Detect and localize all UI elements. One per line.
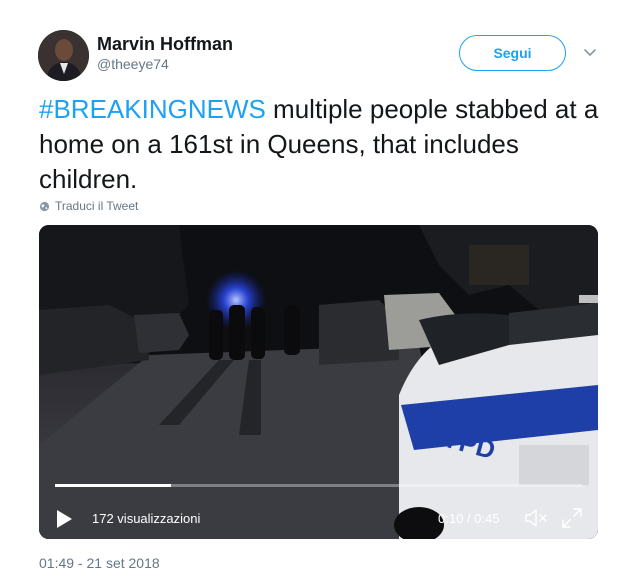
user-name[interactable]: Marvin Hoffman bbox=[97, 34, 233, 55]
play-icon[interactable] bbox=[55, 509, 73, 529]
translate-label: Traduci il Tweet bbox=[55, 199, 139, 213]
tweet-text: #BREAKINGNEWS multiple people stabbed at… bbox=[39, 92, 599, 197]
translate-link[interactable]: Traduci il Tweet bbox=[39, 199, 138, 213]
globe-icon bbox=[39, 201, 50, 211]
video-time: 0:10 / 0:45 bbox=[438, 511, 500, 526]
video-player[interactable]: NYPD 172 visualizzazioni 0:10 / 0:45 bbox=[39, 225, 598, 539]
follow-button[interactable]: Segui bbox=[459, 35, 566, 71]
tweet-card: Marvin Hoffman @theeye74 Segui #BREAKING… bbox=[0, 0, 634, 586]
fullscreen-icon[interactable] bbox=[561, 507, 583, 529]
view-count: 172 visualizzazioni bbox=[92, 511, 201, 526]
tweet-timestamp[interactable]: 01:49 - 21 set 2018 bbox=[39, 555, 160, 571]
progress-bar[interactable] bbox=[55, 484, 582, 487]
progress-fill bbox=[55, 484, 171, 487]
chevron-down-icon[interactable] bbox=[580, 42, 600, 62]
avatar-image bbox=[38, 30, 89, 81]
mute-icon[interactable] bbox=[524, 507, 550, 529]
hashtag-link[interactable]: #BREAKINGNEWS bbox=[39, 94, 266, 124]
avatar[interactable] bbox=[38, 30, 89, 81]
user-handle[interactable]: @theeye74 bbox=[97, 56, 169, 72]
video-frame: NYPD bbox=[39, 225, 598, 539]
